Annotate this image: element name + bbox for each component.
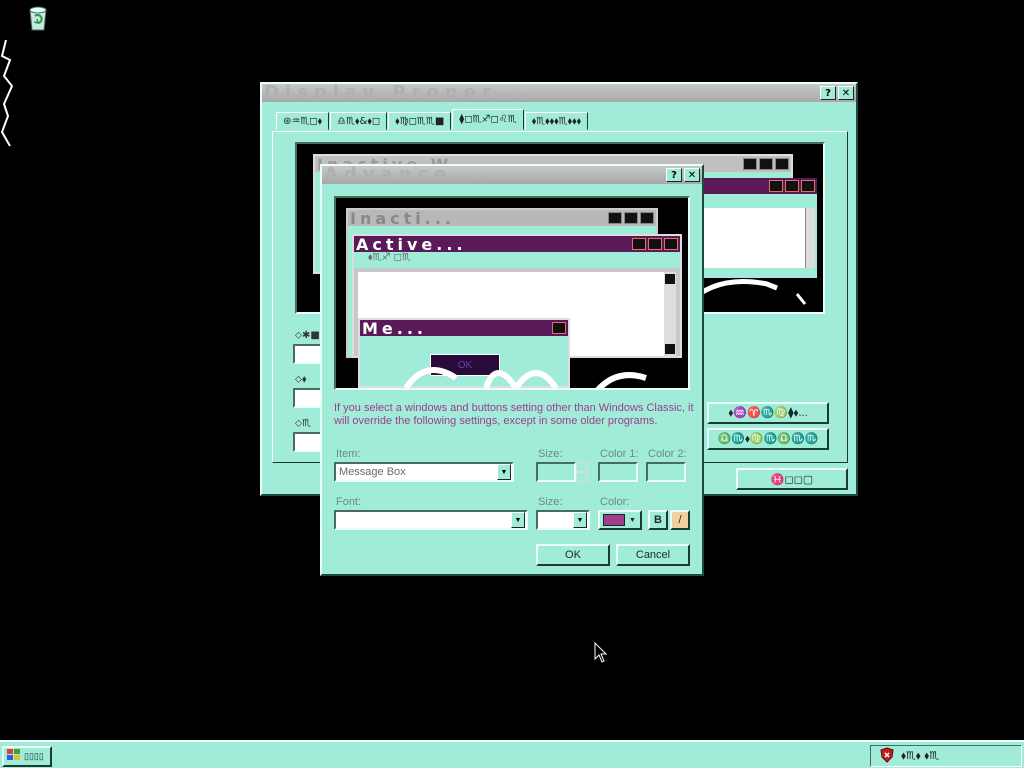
help-button[interactable]: ? xyxy=(666,168,682,182)
tab-desktop[interactable]: ♎♏⬧&⬧◻ xyxy=(330,112,388,130)
system-tray: ⬧♏⬧ ⬧♏ xyxy=(870,745,1022,767)
color2-label: Color 2: xyxy=(648,448,687,460)
preview-active-window xyxy=(697,178,817,278)
taskbar: ▯▯▯▯ ⬧♏⬧ ⬧♏ xyxy=(0,740,1024,768)
tab-settings[interactable]: ⬧♏⬧⬧⬧♏⬧⬧⬧ xyxy=(524,112,589,130)
font-color-picker[interactable]: ▼ xyxy=(598,510,642,530)
color1-label: Color 1: xyxy=(600,448,639,460)
font-size-label: Size: xyxy=(538,496,563,508)
size-label: Size: xyxy=(538,448,563,460)
preview-inactive-title: Inacti... xyxy=(350,208,455,228)
bold-button[interactable]: B xyxy=(648,510,668,530)
side-label-1: ⬦✱■ xyxy=(295,330,320,341)
font-label: Font: xyxy=(336,496,362,508)
tray-text: ⬧♏⬧ ⬧♏ xyxy=(901,749,940,762)
item-value: Message Box xyxy=(334,462,514,482)
size-spinner[interactable] xyxy=(536,462,576,482)
item-label: Item: xyxy=(336,448,361,460)
italic-button[interactable]: / xyxy=(670,510,690,530)
tab-appearance[interactable]: ⧫◻♏♐◻♌♏ xyxy=(452,109,524,130)
windows-logo-icon xyxy=(7,749,21,764)
preview-message-title: Me... xyxy=(362,318,428,338)
font-color-swatch xyxy=(603,514,625,526)
color2-picker[interactable] xyxy=(646,462,686,482)
effects-button[interactable]: ⬧♒♈♏♍⧫⬧... xyxy=(707,402,829,424)
tab-themes[interactable]: ⊛♒♏◻⬧ xyxy=(276,112,330,130)
chevron-down-icon[interactable]: ▼ xyxy=(511,512,525,528)
shield-icon[interactable] xyxy=(879,746,895,766)
chevron-down-icon[interactable]: ▼ xyxy=(497,464,511,480)
spinner-arrows-icon[interactable] xyxy=(576,462,588,482)
cancel-button[interactable]: Cancel xyxy=(616,544,690,566)
apply-button[interactable]: ♓◻◻▢ xyxy=(736,468,848,490)
tab-strip: ⊛♒♏◻⬧ ♎♏⬧&⬧◻ ⬧♍◻♏♏■ ⬧◻♏♏■⬧ ⧫◻♏♐◻♌♏ ⬧♏⬧⬧⬧… xyxy=(276,109,589,132)
advanced-button[interactable]: ♎♏⬧♍♏♎♏♏ xyxy=(707,428,829,450)
tab-screensaver[interactable]: ⬧♍◻♏♏■ xyxy=(388,112,452,130)
advanced-preview: Inacti... Active... ⬧♏♐ ◻♏ Me... OK xyxy=(334,196,690,390)
desktop-scribble xyxy=(0,36,16,156)
side-label-3: ⬦♏ xyxy=(295,418,311,429)
font-combo[interactable]: ▼ xyxy=(334,510,528,530)
info-text: If you select a windows and buttons sett… xyxy=(334,402,694,427)
preview-menu: ⬧♏♐ ◻♏ xyxy=(354,252,680,268)
ok-button[interactable]: OK xyxy=(536,544,610,566)
close-button[interactable]: ✕ xyxy=(838,86,854,100)
start-label: ▯▯▯▯ xyxy=(24,751,44,761)
side-label-2: ⬦⬧ xyxy=(295,374,307,385)
close-button[interactable]: ✕ xyxy=(684,168,700,182)
display-properties-titlebar[interactable]: Display Proper... ? ✕ xyxy=(262,84,856,102)
advanced-titlebar[interactable]: Advance... ? ✕ xyxy=(322,166,702,184)
start-button[interactable]: ▯▯▯▯ xyxy=(2,746,52,767)
window-title: Display Proper... xyxy=(264,84,533,102)
chevron-down-icon: ▼ xyxy=(629,516,636,524)
preview-active-title: Active... xyxy=(356,234,467,254)
color1-picker[interactable] xyxy=(598,462,638,482)
font-value xyxy=(334,510,528,530)
font-color-label: Color: xyxy=(600,496,630,508)
help-button[interactable]: ? xyxy=(820,86,836,100)
recycle-bin-icon[interactable] xyxy=(24,4,52,32)
advanced-appearance-window: Advance... ? ✕ Inacti... Active... ⬧♏♐ ◻… xyxy=(320,164,704,576)
chevron-down-icon[interactable]: ▼ xyxy=(573,512,587,528)
window-title: Advance... xyxy=(324,166,491,184)
mouse-cursor-icon xyxy=(594,642,608,663)
item-combo[interactable]: Message Box ▼ xyxy=(334,462,514,482)
font-size-combo[interactable]: ▼ xyxy=(536,510,590,530)
